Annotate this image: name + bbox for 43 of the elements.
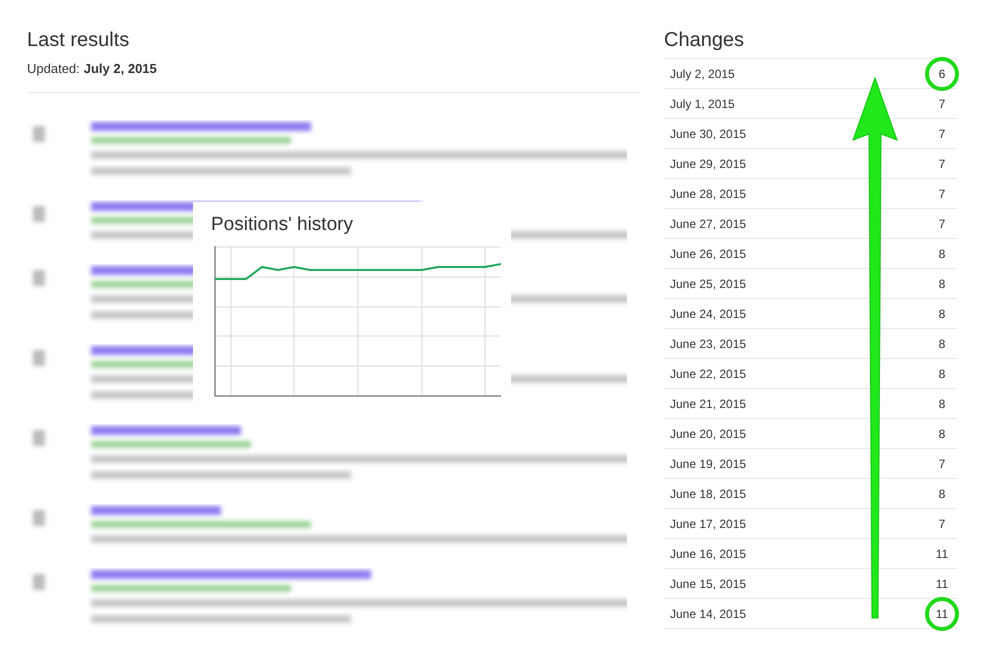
date-cell: June 15, 2015 xyxy=(670,576,746,590)
position-cell-text: 8 xyxy=(938,486,946,502)
date-cell: June 20, 2015 xyxy=(670,426,746,440)
updated-date: July 2, 2015 xyxy=(84,61,157,76)
date-cell: June 14, 2015 xyxy=(670,606,746,620)
date-cell: June 22, 2015 xyxy=(670,366,746,380)
position-cell-text: 8 xyxy=(938,366,946,382)
date-cell: June 18, 2015 xyxy=(670,486,746,500)
date-cell: June 24, 2015 xyxy=(670,306,746,320)
date-cell: June 29, 2015 xyxy=(670,156,746,170)
position-cell-text: 7 xyxy=(938,216,946,232)
section-title: Changes xyxy=(664,28,957,59)
position-cell-text: 7 xyxy=(938,96,946,112)
date-cell: June 23, 2015 xyxy=(670,336,746,350)
date-cell: June 27, 2015 xyxy=(670,216,746,230)
position-cell-text: 7 xyxy=(938,126,946,142)
position-cell-text: 11 xyxy=(934,546,950,562)
position-cell: 6 xyxy=(925,56,959,90)
position-cell-text: 7 xyxy=(938,186,946,202)
position-cell: 11 xyxy=(925,596,959,630)
position-cell-text: 7 xyxy=(938,516,946,532)
position-cell-text: 8 xyxy=(938,336,946,352)
date-cell: July 1, 2015 xyxy=(670,96,735,110)
section-title: Last results xyxy=(27,28,130,52)
date-cell: June 19, 2015 xyxy=(670,456,746,470)
position-cell-text: 8 xyxy=(938,246,946,262)
date-cell: June 21, 2015 xyxy=(670,396,746,410)
updated-label: Updated: xyxy=(27,61,80,76)
date-cell: June 26, 2015 xyxy=(670,246,746,260)
date-cell: June 17, 2015 xyxy=(670,516,746,530)
date-cell: July 2, 2015 xyxy=(670,66,735,80)
position-cell-text: 8 xyxy=(938,426,946,442)
position-cell-text: 7 xyxy=(938,456,946,472)
date-cell: June 28, 2015 xyxy=(670,186,746,200)
position-cell-text: 8 xyxy=(938,276,946,292)
popup-title: Positions' history xyxy=(211,214,354,236)
position-cell-text: 8 xyxy=(938,396,946,412)
date-cell: June 16, 2015 xyxy=(670,546,746,560)
position-cell-text: 11 xyxy=(934,576,950,592)
position-cell-text: 7 xyxy=(938,156,946,172)
date-cell: June 30, 2015 xyxy=(670,126,746,140)
date-cell: June 25, 2015 xyxy=(670,276,746,290)
position-cell-text: 8 xyxy=(938,306,946,322)
